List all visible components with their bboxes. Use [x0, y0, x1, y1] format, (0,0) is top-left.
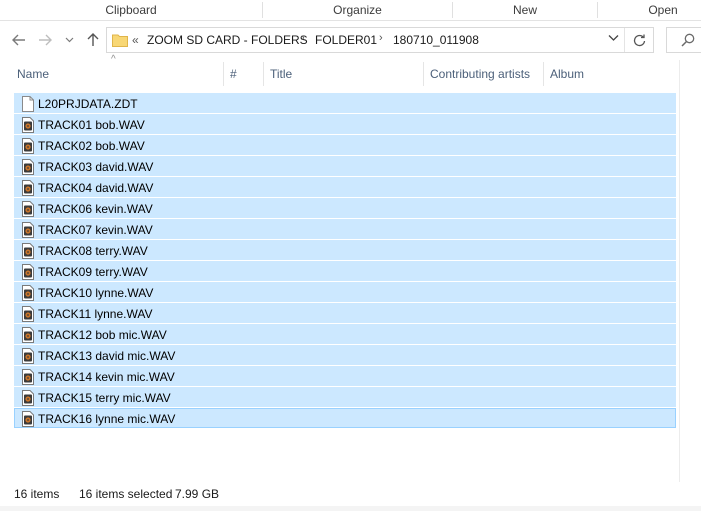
file-name: TRACK13 david mic.WAV [38, 349, 176, 363]
sort-ascending-icon: ^ [111, 54, 116, 65]
status-bar: 16 items 16 items selected 7.99 GB [0, 484, 701, 504]
chevron-down-icon [65, 37, 73, 43]
file-row[interactable]: TRACK09 terry.WAV [14, 261, 676, 281]
arrow-right-icon [39, 34, 52, 46]
audio-file-icon [22, 180, 34, 196]
column-divider[interactable] [543, 62, 544, 86]
audio-file-icon [22, 138, 34, 154]
column-header-number[interactable]: # [230, 60, 237, 88]
audio-file-icon [22, 348, 34, 364]
file-row[interactable]: TRACK11 lynne.WAV [14, 303, 676, 323]
breadcrumb-separator-icon[interactable]: › [379, 32, 383, 44]
window-bottom-edge [0, 506, 701, 511]
file-row[interactable]: TRACK08 terry.WAV [14, 240, 676, 260]
audio-file-icon [22, 285, 34, 301]
audio-file-icon [22, 390, 34, 406]
file-name: TRACK03 david.WAV [38, 160, 154, 174]
forward-button[interactable] [35, 30, 55, 50]
file-row[interactable]: L20PRJDATA.ZDT [14, 93, 676, 113]
up-button[interactable] [83, 30, 103, 50]
item-count: 16 items [14, 487, 60, 501]
ribbon-group-clipboard: Clipboard [105, 3, 157, 17]
file-row[interactable]: TRACK12 bob mic.WAV [14, 324, 676, 344]
file-row[interactable]: TRACK10 lynne.WAV [14, 282, 676, 302]
breadcrumb-separator-icon[interactable]: › [301, 32, 305, 44]
column-header-contributing-artists[interactable]: Contributing artists [430, 60, 530, 88]
recent-locations-button[interactable] [62, 30, 76, 50]
column-header-row: ^ Name # Title Contributing artists Albu… [0, 54, 701, 88]
arrow-left-icon [12, 34, 25, 46]
audio-file-icon [22, 264, 34, 280]
file-name: TRACK08 terry.WAV [38, 244, 148, 258]
address-bar[interactable]: « ZOOM SD CARD - FOLDERS › FOLDER01 › 18… [106, 27, 654, 53]
file-row[interactable]: TRACK07 kevin.WAV [14, 219, 676, 239]
file-row[interactable]: TRACK04 david.WAV [14, 177, 676, 197]
arrow-up-icon [87, 33, 99, 46]
ribbon-group-organize: Organize [333, 3, 382, 17]
selected-size: 7.99 GB [175, 487, 220, 501]
file-row[interactable]: TRACK06 kevin.WAV [14, 198, 676, 218]
file-row[interactable]: TRACK13 david mic.WAV [14, 345, 676, 365]
column-divider[interactable] [223, 62, 224, 86]
file-name: TRACK10 lynne.WAV [38, 286, 154, 300]
audio-file-icon [22, 369, 34, 385]
file-name: TRACK01 bob.WAV [38, 118, 145, 132]
breadcrumb-current-folder[interactable]: 180710_011908 [393, 33, 479, 47]
file-name: TRACK11 lynne.WAV [38, 307, 153, 321]
file-row[interactable]: TRACK03 david.WAV [14, 156, 676, 176]
file-name: TRACK12 bob mic.WAV [38, 328, 167, 342]
pane-divider [679, 60, 680, 482]
file-name: TRACK02 bob.WAV [38, 139, 145, 153]
column-header-title[interactable]: Title [270, 60, 292, 88]
audio-file-icon [22, 159, 34, 175]
file-row[interactable]: TRACK15 terry mic.WAV [14, 387, 676, 407]
folder-icon [112, 34, 128, 47]
audio-file-icon [22, 411, 34, 427]
audio-file-icon [22, 117, 34, 133]
file-row[interactable]: TRACK14 kevin mic.WAV [14, 366, 676, 386]
column-header-album[interactable]: Album [550, 60, 584, 88]
ribbon-group-open: Open [648, 3, 678, 17]
navigation-bar: « ZOOM SD CARD - FOLDERS › FOLDER01 › 18… [0, 21, 701, 59]
ribbon-group-new: New [512, 3, 537, 17]
search-icon [681, 33, 695, 47]
overflow-crumbs-button[interactable]: « [132, 33, 139, 47]
file-name: L20PRJDATA.ZDT [38, 97, 138, 111]
chevron-down-icon[interactable] [608, 34, 619, 42]
audio-file-icon [22, 222, 34, 238]
audio-file-icon [22, 327, 34, 343]
audio-file-icon [22, 243, 34, 259]
generic-file-icon [22, 96, 34, 112]
back-button[interactable] [9, 30, 29, 50]
file-name: TRACK07 kevin.WAV [38, 223, 153, 237]
breadcrumb-zoom-sd-card[interactable]: ZOOM SD CARD - FOLDERS [147, 33, 308, 47]
file-name: TRACK16 lynne mic.WAV [38, 412, 176, 426]
search-box[interactable] [666, 27, 701, 53]
file-name: TRACK04 david.WAV [38, 181, 154, 195]
file-name: TRACK14 kevin mic.WAV [38, 370, 175, 384]
column-divider[interactable] [423, 62, 424, 86]
audio-file-icon [22, 306, 34, 322]
file-row[interactable]: TRACK02 bob.WAV [14, 135, 676, 155]
file-name: TRACK09 terry.WAV [38, 265, 148, 279]
breadcrumb-folder01[interactable]: FOLDER01 [315, 33, 377, 47]
refresh-icon [633, 34, 645, 46]
file-name: TRACK06 kevin.WAV [38, 202, 153, 216]
file-list: L20PRJDATA.ZDT TRACK01 bob.WAV TRACK02 bob… [14, 93, 676, 429]
audio-file-icon [22, 201, 34, 217]
selected-count: 16 items selected [79, 487, 173, 501]
file-row[interactable]: TRACK16 lynne mic.WAV [14, 408, 676, 428]
file-name: TRACK15 terry mic.WAV [38, 391, 171, 405]
file-row[interactable]: TRACK01 bob.WAV [14, 114, 676, 134]
ribbon-group-labels: Clipboard Organize New Open [0, 0, 701, 21]
column-divider[interactable] [263, 62, 264, 86]
refresh-button[interactable] [624, 28, 653, 52]
column-header-name[interactable]: Name [17, 60, 49, 88]
